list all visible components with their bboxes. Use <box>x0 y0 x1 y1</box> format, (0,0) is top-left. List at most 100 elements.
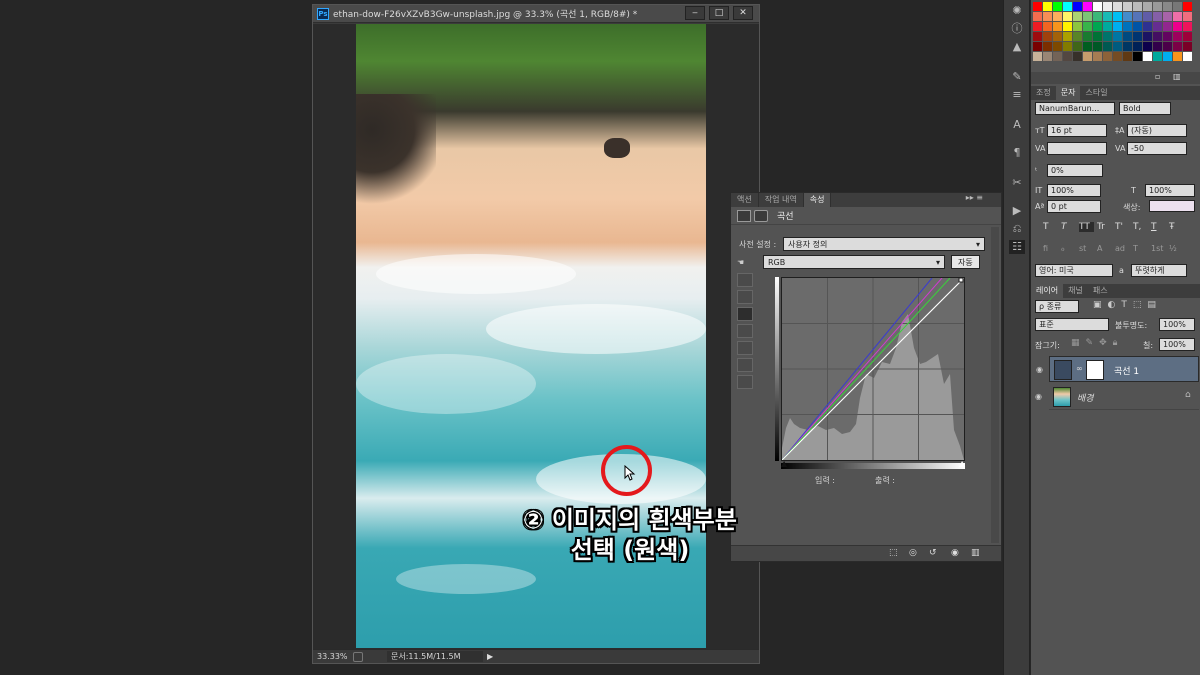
color-swatch[interactable] <box>1103 22 1112 31</box>
color-swatch[interactable] <box>1113 32 1122 41</box>
color-swatch[interactable] <box>1063 22 1072 31</box>
titling-alternates-button[interactable]: T <box>1133 244 1148 253</box>
color-swatch[interactable] <box>1093 52 1102 61</box>
close-button[interactable]: ✕ <box>733 6 753 20</box>
color-swatch[interactable] <box>1123 22 1132 31</box>
layer-row[interactable]: ◉ ∞ 곡선 1 <box>1036 356 1199 382</box>
color-swatch[interactable] <box>1153 22 1162 31</box>
tab-paths[interactable]: 패스 <box>1088 284 1113 298</box>
status-menu-arrow-icon[interactable]: ▶ <box>487 652 493 661</box>
curves-adjustment-icon[interactable] <box>737 209 751 222</box>
color-swatch[interactable] <box>1103 42 1112 51</box>
color-swatch[interactable] <box>1123 32 1132 41</box>
color-swatch[interactable] <box>1153 52 1162 61</box>
text-color-swatch[interactable] <box>1149 200 1195 212</box>
tab-layers[interactable]: 레이어 <box>1031 284 1064 298</box>
navigator-icon[interactable]: ✺ <box>1009 4 1025 18</box>
smart-object-filter-icon[interactable]: ▤ <box>1147 300 1156 310</box>
color-swatch[interactable] <box>1123 52 1132 61</box>
color-swatch[interactable] <box>1133 42 1142 51</box>
document-titlebar[interactable]: Ps ethan-dow-F26vXZvB3Gw-unsplash.jpg @ … <box>313 5 759 23</box>
zoom-level[interactable]: 33.33% <box>317 652 349 661</box>
tab-channels[interactable]: 채널 <box>1063 284 1088 298</box>
color-swatch[interactable] <box>1163 2 1172 11</box>
font-family-select[interactable]: NanumBarun... <box>1035 102 1115 115</box>
color-swatch[interactable] <box>1053 12 1062 21</box>
color-swatch[interactable] <box>1143 2 1152 11</box>
gray-point-eyedropper-icon[interactable] <box>737 290 753 304</box>
eye-icon[interactable]: ◉ <box>1036 357 1046 383</box>
color-swatch[interactable] <box>1093 2 1102 11</box>
faux-bold-button[interactable]: T <box>1043 222 1058 232</box>
color-swatch[interactable] <box>1173 42 1182 51</box>
eye-icon[interactable]: ◉ <box>1035 384 1045 410</box>
minimize-button[interactable]: ‒ <box>685 6 705 20</box>
shape-filter-icon[interactable]: ⬚ <box>1133 300 1142 310</box>
color-swatch[interactable] <box>1123 42 1132 51</box>
brush-settings-icon[interactable]: ≡ <box>1009 88 1025 102</box>
color-swatch[interactable] <box>1103 32 1112 41</box>
tools-icon[interactable]: ✂ <box>1009 176 1025 190</box>
brush-icon[interactable]: ✎ <box>1009 70 1025 84</box>
paragraph-icon[interactable]: ¶ <box>1009 146 1025 160</box>
new-swatch-icon[interactable]: ▫ <box>1155 72 1160 81</box>
color-swatch[interactable] <box>1183 42 1192 51</box>
language-select[interactable]: 영어: 미국 <box>1035 264 1113 277</box>
color-swatch[interactable] <box>1143 12 1152 21</box>
color-swatch[interactable] <box>1043 42 1052 51</box>
baseline-shift-field[interactable]: 0 pt <box>1047 200 1101 213</box>
color-swatch[interactable] <box>1113 52 1122 61</box>
lock-pixels-icon[interactable]: ✎ <box>1086 338 1094 348</box>
color-swatch[interactable] <box>1153 32 1162 41</box>
color-swatch[interactable] <box>1093 12 1102 21</box>
color-swatch[interactable] <box>1033 12 1042 21</box>
color-swatch[interactable] <box>1053 42 1062 51</box>
color-swatch[interactable] <box>1163 12 1172 21</box>
underline-button[interactable]: T <box>1151 222 1166 232</box>
pencil-icon[interactable] <box>737 341 753 355</box>
layer-mask-thumbnail[interactable] <box>1086 360 1104 380</box>
adjustment-filter-icon[interactable]: ◐ <box>1108 300 1116 310</box>
history-icon[interactable]: ⎌ <box>1009 222 1025 236</box>
color-swatch[interactable] <box>1103 12 1112 21</box>
trash-icon[interactable]: ▥ <box>1173 72 1181 81</box>
color-swatch[interactable] <box>1043 2 1052 11</box>
color-swatch[interactable] <box>1093 22 1102 31</box>
color-swatch[interactable] <box>1083 22 1092 31</box>
color-swatch[interactable] <box>1073 12 1082 21</box>
channel-select[interactable]: RGB ▾ <box>763 255 945 269</box>
tab-history[interactable]: 작업 내역 <box>759 193 804 207</box>
color-swatch[interactable] <box>1183 12 1192 21</box>
color-swatch[interactable] <box>1033 42 1042 51</box>
color-swatch[interactable] <box>1163 42 1172 51</box>
color-swatch[interactable] <box>1113 22 1122 31</box>
link-icon[interactable]: ∞ <box>1076 364 1083 373</box>
color-swatch[interactable] <box>1133 32 1142 41</box>
trash-icon[interactable]: ▥ <box>971 548 980 558</box>
color-swatch[interactable] <box>1153 2 1162 11</box>
black-slider-icon[interactable]: ▲ <box>781 459 787 468</box>
panel-menu-icon[interactable]: ▸▸ ≡ <box>966 193 983 202</box>
color-swatch[interactable] <box>1173 52 1182 61</box>
color-swatch[interactable] <box>1163 32 1172 41</box>
lock-position-icon[interactable]: ✥ <box>1099 338 1107 348</box>
color-swatch[interactable] <box>1053 22 1062 31</box>
histogram-icon[interactable]: ▲ <box>1009 40 1025 54</box>
color-swatch[interactable] <box>1063 52 1072 61</box>
font-style-select[interactable]: Bold <box>1119 102 1171 115</box>
type-filter-icon[interactable]: T <box>1121 300 1127 310</box>
color-swatch[interactable] <box>1053 32 1062 41</box>
small-caps-button[interactable]: Tr <box>1097 222 1112 232</box>
color-swatch[interactable] <box>1183 22 1192 31</box>
black-point-eyedropper-icon[interactable] <box>737 273 753 287</box>
clipping-warning-icon[interactable] <box>737 375 753 389</box>
curve-edit-icon[interactable] <box>737 324 753 338</box>
swatches-grid[interactable] <box>1033 2 1197 70</box>
color-swatch[interactable] <box>1033 32 1042 41</box>
tab-adjustments[interactable]: 조정 <box>1031 86 1056 100</box>
color-swatch[interactable] <box>1173 32 1182 41</box>
color-swatch[interactable] <box>1143 42 1152 51</box>
color-swatch[interactable] <box>1123 2 1132 11</box>
pixel-filter-icon[interactable]: ▣ <box>1093 300 1102 310</box>
discretionary-ligatures-button[interactable]: st <box>1079 244 1094 253</box>
